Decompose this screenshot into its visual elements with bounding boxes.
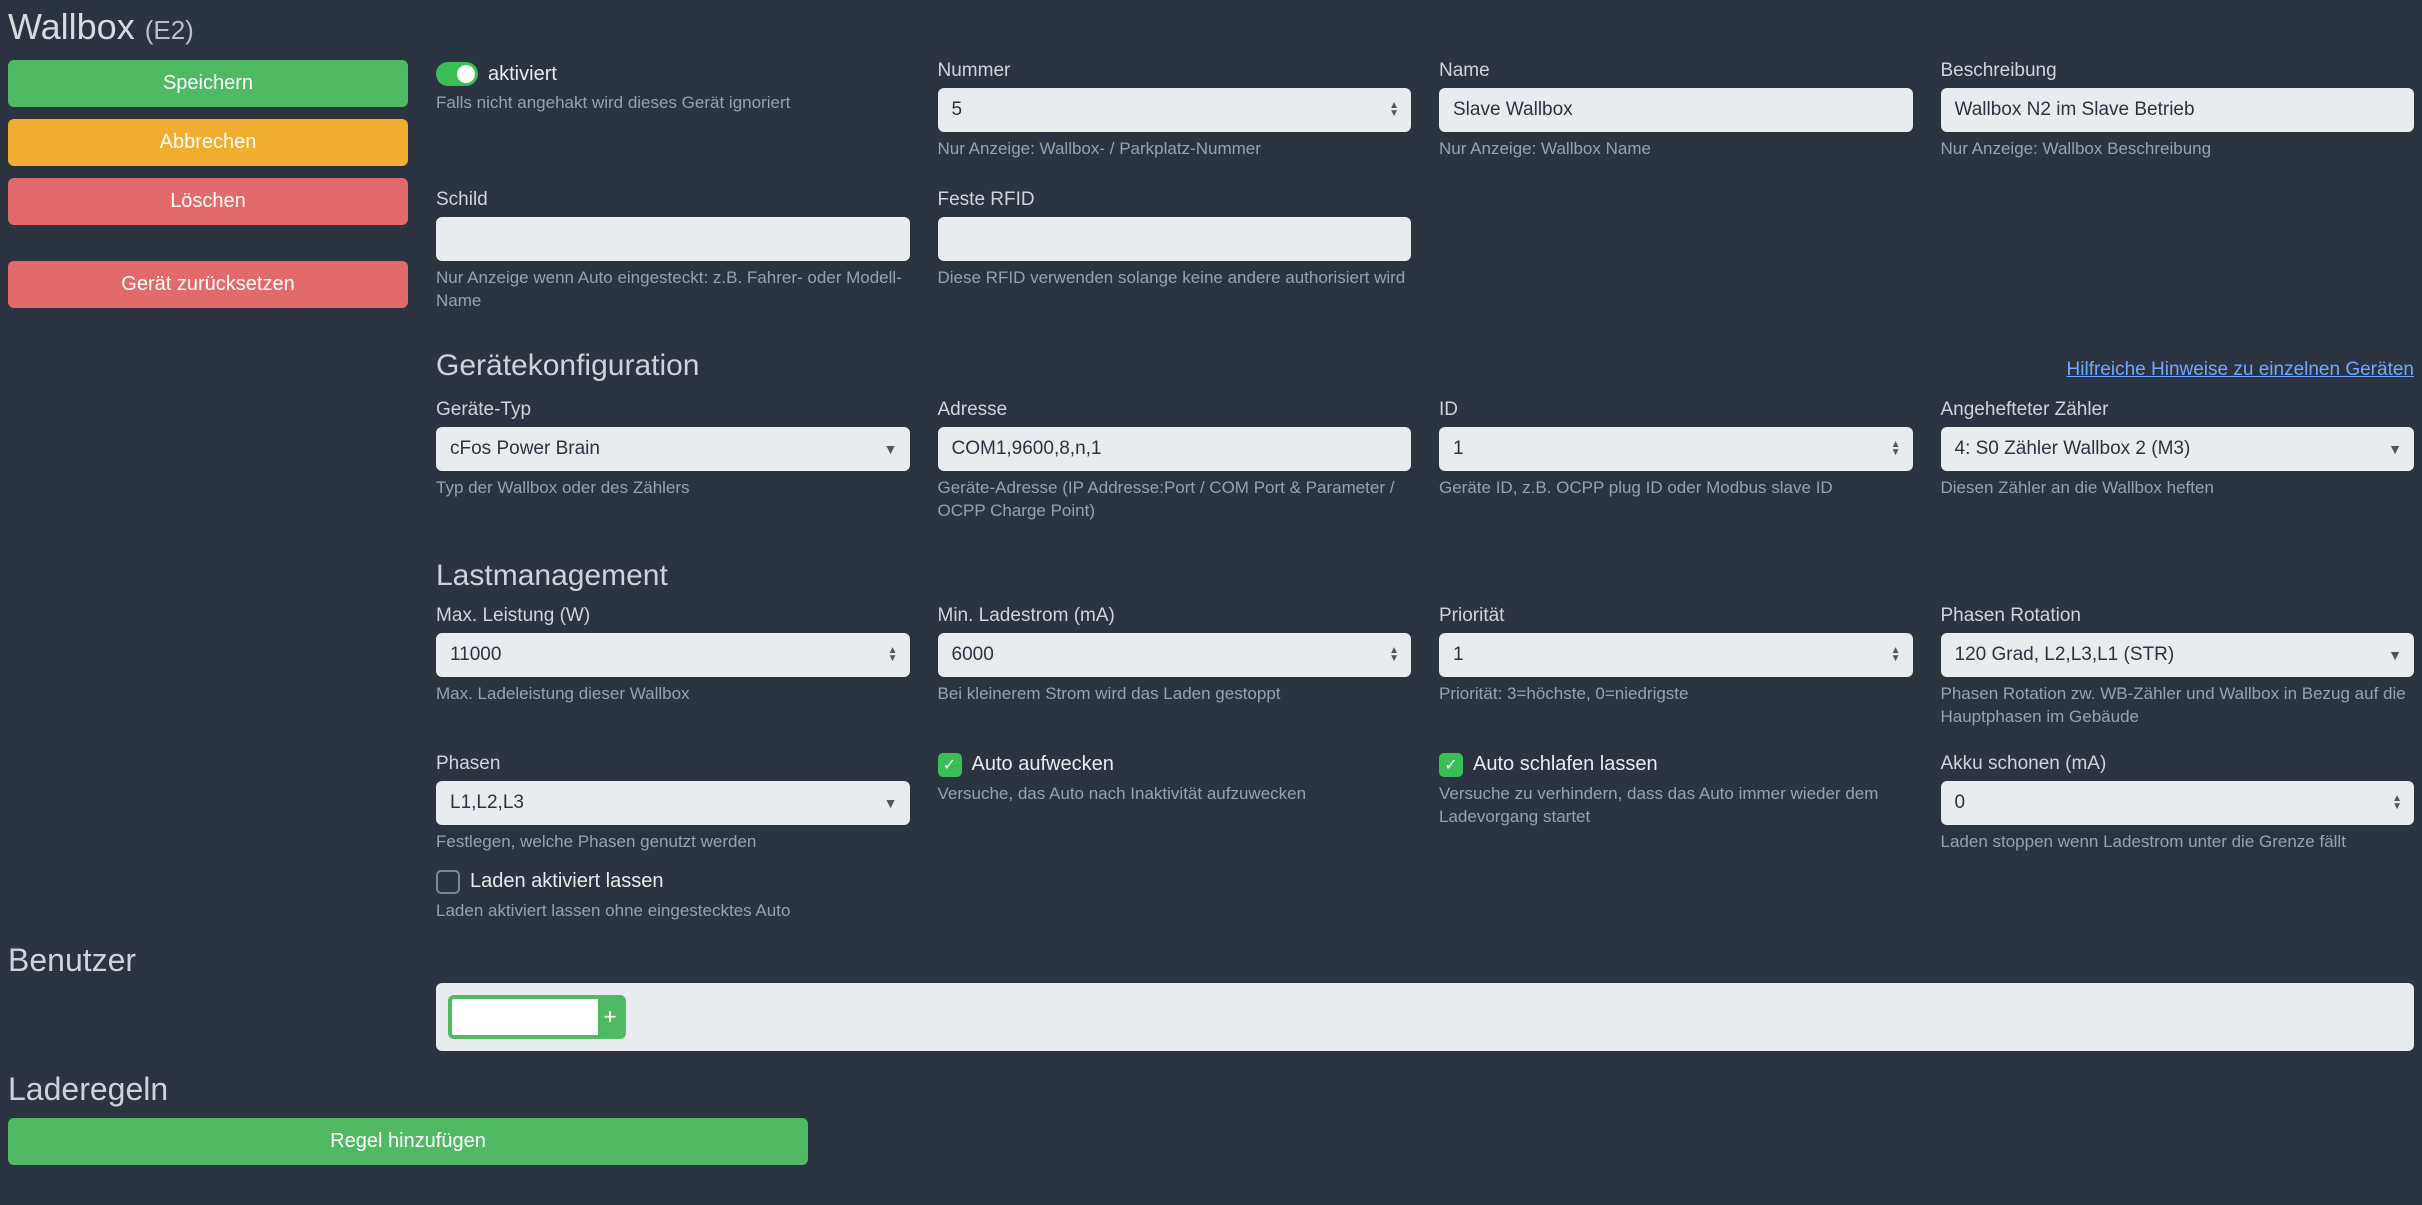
auto-sleep-help: Versuche zu verhindern, dass das Auto im… xyxy=(1439,783,1913,829)
activated-field: aktiviert Falls nicht angehakt wird dies… xyxy=(436,60,910,115)
id-label: ID xyxy=(1439,399,1913,421)
name-field: Name Nur Anzeige: Wallbox Name xyxy=(1439,60,1913,161)
priority-field: Priorität ▲▼ Priorität: 3=höchste, 0=nie… xyxy=(1439,605,1913,706)
auto-wake-field: ✓ Auto aufwecken Versuche, das Auto nach… xyxy=(938,753,1412,806)
save-button[interactable]: Speichern xyxy=(8,60,408,107)
min-current-help: Bei kleinerem Strom wird das Laden gesto… xyxy=(938,683,1412,706)
attached-meter-label: Angehefteter Zähler xyxy=(1941,399,2415,421)
add-user-input[interactable] xyxy=(452,999,598,1035)
device-type-help: Typ der Wallbox oder des Zählers xyxy=(436,477,910,500)
description-field: Beschreibung Nur Anzeige: Wallbox Beschr… xyxy=(1941,60,2415,161)
config-heading: Gerätekonfiguration xyxy=(436,349,700,383)
description-input[interactable] xyxy=(1941,88,2415,132)
attached-meter-field: Angehefteter Zähler ▼ Diesen Zähler an d… xyxy=(1941,399,2415,500)
device-type-label: Geräte-Typ xyxy=(436,399,910,421)
priority-help: Priorität: 3=höchste, 0=niedrigste xyxy=(1439,683,1913,706)
rfid-help: Diese RFID verwenden solange keine ander… xyxy=(938,267,1412,290)
keep-charging-checkbox[interactable] xyxy=(436,870,460,894)
phases-label: Phasen xyxy=(436,753,910,775)
auto-wake-label: Auto aufwecken xyxy=(972,753,1114,776)
keep-charging-field: Laden aktiviert lassen Laden aktiviert l… xyxy=(436,870,910,923)
min-current-field: Min. Ladestrom (mA) ▲▼ Bei kleinerem Str… xyxy=(938,605,1412,706)
activated-toggle[interactable] xyxy=(436,62,478,86)
name-help: Nur Anzeige: Wallbox Name xyxy=(1439,138,1913,161)
auto-wake-help: Versuche, das Auto nach Inaktivität aufz… xyxy=(938,783,1412,806)
loadmgmt-heading: Lastmanagement xyxy=(436,559,2414,593)
max-power-help: Max. Ladeleistung dieser Wallbox xyxy=(436,683,910,706)
device-type-select[interactable] xyxy=(436,427,910,471)
phase-rotation-select[interactable] xyxy=(1941,633,2415,677)
battery-save-label: Akku schonen (mA) xyxy=(1941,753,2415,775)
id-field: ID ▲▼ Geräte ID, z.B. OCPP plug ID oder … xyxy=(1439,399,1913,500)
address-field: Adresse Geräte-Adresse (IP Addresse:Port… xyxy=(938,399,1412,523)
reset-device-button[interactable]: Gerät zurücksetzen xyxy=(8,261,408,308)
delete-button[interactable]: Löschen xyxy=(8,178,408,225)
activated-label: aktiviert xyxy=(488,63,557,86)
keep-charging-help: Laden aktiviert lassen ohne eingesteckte… xyxy=(436,900,910,923)
battery-save-input[interactable] xyxy=(1941,781,2415,825)
address-label: Adresse xyxy=(938,399,1412,421)
address-help: Geräte-Adresse (IP Addresse:Port / COM P… xyxy=(938,477,1412,523)
min-current-input[interactable] xyxy=(938,633,1412,677)
max-power-input[interactable] xyxy=(436,633,910,677)
auto-sleep-checkbox[interactable]: ✓ xyxy=(1439,753,1463,777)
battery-save-help: Laden stoppen wenn Ladestrom unter die G… xyxy=(1941,831,2415,854)
phases-field: Phasen ▼ Festlegen, welche Phasen genutz… xyxy=(436,753,910,854)
battery-save-field: Akku schonen (mA) ▲▼ Laden stoppen wenn … xyxy=(1941,753,2415,854)
phases-select[interactable] xyxy=(436,781,910,825)
title-suffix: (E2) xyxy=(145,15,194,45)
phases-help: Festlegen, welche Phasen genutzt werden xyxy=(436,831,910,854)
number-input[interactable] xyxy=(938,88,1412,132)
page-title: Wallbox (E2) xyxy=(8,6,2414,48)
rfid-label: Feste RFID xyxy=(938,189,1412,211)
add-user-button[interactable]: + xyxy=(598,999,622,1035)
number-label: Nummer xyxy=(938,60,1412,82)
add-user-control: + xyxy=(448,995,626,1039)
keep-charging-label: Laden aktiviert lassen xyxy=(470,870,663,893)
schild-input[interactable] xyxy=(436,217,910,261)
priority-input[interactable] xyxy=(1439,633,1913,677)
title-main: Wallbox xyxy=(8,6,135,47)
min-current-label: Min. Ladestrom (mA) xyxy=(938,605,1412,627)
auto-wake-checkbox[interactable]: ✓ xyxy=(938,753,962,777)
schild-label: Schild xyxy=(436,189,910,211)
name-label: Name xyxy=(1439,60,1913,82)
rfid-input[interactable] xyxy=(938,217,1412,261)
auto-sleep-field: ✓ Auto schlafen lassen Versuche zu verhi… xyxy=(1439,753,1913,829)
phase-rotation-field: Phasen Rotation ▼ Phasen Rotation zw. WB… xyxy=(1941,605,2415,729)
schild-field: Schild Nur Anzeige wenn Auto eingesteckt… xyxy=(436,189,910,313)
config-help-link[interactable]: Hilfreiche Hinweise zu einzelnen Geräten xyxy=(2067,359,2414,381)
users-panel: + xyxy=(436,983,2414,1051)
max-power-label: Max. Leistung (W) xyxy=(436,605,910,627)
schild-help: Nur Anzeige wenn Auto eingesteckt: z.B. … xyxy=(436,267,910,313)
rules-heading: Laderegeln xyxy=(8,1071,2414,1108)
description-help: Nur Anzeige: Wallbox Beschreibung xyxy=(1941,138,2415,161)
phase-rotation-label: Phasen Rotation xyxy=(1941,605,2415,627)
users-heading: Benutzer xyxy=(8,942,2414,979)
description-label: Beschreibung xyxy=(1941,60,2415,82)
add-rule-button[interactable]: Regel hinzufügen xyxy=(8,1118,808,1165)
id-help: Geräte ID, z.B. OCPP plug ID oder Modbus… xyxy=(1439,477,1913,500)
name-input[interactable] xyxy=(1439,88,1913,132)
number-help: Nur Anzeige: Wallbox- / Parkplatz-Nummer xyxy=(938,138,1412,161)
attached-meter-select[interactable] xyxy=(1941,427,2415,471)
attached-meter-help: Diesen Zähler an die Wallbox heften xyxy=(1941,477,2415,500)
max-power-field: Max. Leistung (W) ▲▼ Max. Ladeleistung d… xyxy=(436,605,910,706)
cancel-button[interactable]: Abbrechen xyxy=(8,119,408,166)
priority-label: Priorität xyxy=(1439,605,1913,627)
rfid-field: Feste RFID Diese RFID verwenden solange … xyxy=(938,189,1412,290)
id-input[interactable] xyxy=(1439,427,1913,471)
device-type-field: Geräte-Typ ▼ Typ der Wallbox oder des Zä… xyxy=(436,399,910,500)
phase-rotation-help: Phasen Rotation zw. WB-Zähler und Wallbo… xyxy=(1941,683,2415,729)
action-sidebar: Speichern Abbrechen Löschen Gerät zurück… xyxy=(8,60,408,308)
number-field: Nummer ▲▼ Nur Anzeige: Wallbox- / Parkpl… xyxy=(938,60,1412,161)
activated-help: Falls nicht angehakt wird dieses Gerät i… xyxy=(436,92,910,115)
auto-sleep-label: Auto schlafen lassen xyxy=(1473,753,1658,776)
address-input[interactable] xyxy=(938,427,1412,471)
